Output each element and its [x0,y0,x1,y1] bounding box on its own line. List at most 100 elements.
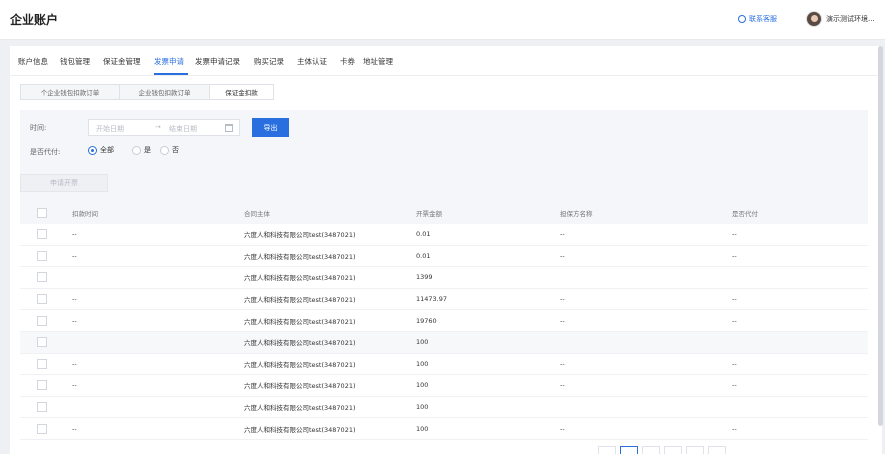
radio-no-label: 否 [172,146,179,154]
row-checkbox[interactable] [37,229,47,240]
row-checkbox[interactable] [37,337,47,348]
cell-invoice-amount: 11473.97 [416,295,448,304]
customer-service-label: 联系客服 [749,15,777,23]
table-row[interactable]: -- 六度人和科技有限公司test(3487021) 11473.97 -- -- [20,289,868,311]
table-row[interactable]: 六度人和科技有限公司test(3487021) 1399 [20,267,868,289]
cell-deduction-time: -- [72,230,77,239]
tab-deposit[interactable]: 保证金管理 [103,56,141,67]
cell-contract-entity: 六度人和科技有限公司test(3487021) [244,382,356,391]
row-checkbox[interactable] [37,272,47,283]
cell-contract-entity: 六度人和科技有限公司test(3487021) [244,425,356,434]
table-row[interactable]: -- 六度人和科技有限公司test(3487021) 0.01 -- -- [20,246,868,268]
deposit-table: 扣款时间 合同主体 开票金额 担保方名称 是否代付 -- 六度人和科技有限公司te… [20,202,868,440]
col-contract-entity: 合同主体 [244,210,270,218]
row-checkbox[interactable] [37,315,47,326]
time-label: 时间: [30,124,47,132]
cell-agent-pay: -- [732,316,737,325]
radio-no-dot [160,145,169,155]
top-bar: 企业账户 联系客服 演示测试环境... [0,0,885,40]
col-guarantor: 担保方名称 [560,210,593,218]
customer-service-link[interactable]: 联系客服 [738,14,777,24]
table-row[interactable]: -- 六度人和科技有限公司test(3487021) 19760 -- -- [20,310,868,332]
page-5[interactable] [708,446,726,454]
radio-all[interactable]: 全部 [88,145,114,155]
page-3[interactable] [664,446,682,454]
cell-invoice-amount: 100 [416,338,429,347]
cell-guarantor: -- [560,424,565,433]
table-row[interactable]: -- 六度人和科技有限公司test(3487021) 100 -- -- [20,354,868,376]
user-name[interactable]: 演示测试环境... [826,14,882,24]
cell-invoice-amount: 100 [416,424,429,433]
tab-bar: 账户信息 钱包管理 保证金管理 发票申请 发票申请记录 购买记录 主体认证 卡券… [10,46,882,76]
cell-contract-entity: 六度人和科技有限公司test(3487021) [244,231,356,240]
subtab-deposit-deduction[interactable]: 保证金扣款 [210,84,274,100]
cell-agent-pay: -- [732,251,737,260]
cell-agent-pay: -- [732,230,737,239]
page-prev[interactable] [598,446,616,454]
radio-all-label: 全部 [100,146,114,154]
cell-invoice-amount: 19760 [416,316,437,325]
cell-contract-entity: 六度人和科技有限公司test(3487021) [244,339,356,348]
table-body: -- 六度人和科技有限公司test(3487021) 0.01 -- -- -- 六度人和科… [20,224,868,440]
radio-yes-label: 是 [144,146,151,154]
table-row[interactable]: -- 六度人和科技有限公司test(3487021) 0.01 -- -- [20,224,868,246]
arrow-right-icon: → [155,123,161,131]
cell-agent-pay: -- [732,424,737,433]
main-panel: 账户信息 钱包管理 保证金管理 发票申请 发票申请记录 购买记录 主体认证 卡券… [10,46,882,454]
row-checkbox[interactable] [37,423,47,434]
tab-verification[interactable]: 主体认证 [297,56,327,67]
start-date-input[interactable]: 开始日期 [96,124,124,134]
page-2[interactable] [642,446,660,454]
select-all-checkbox[interactable] [37,208,47,218]
tab-invoice-records[interactable]: 发票申请记录 [195,56,240,67]
radio-no[interactable]: 否 [160,145,179,155]
table-row[interactable]: -- 六度人和科技有限公司test(3487021) 100 -- -- [20,375,868,397]
cell-deduction-time: -- [72,295,77,304]
pagination [598,446,726,454]
scrollbar[interactable] [878,46,883,426]
cell-guarantor: -- [560,230,565,239]
cell-agent-pay: -- [732,295,737,304]
apply-invoice-button[interactable]: 申请开票 [20,174,108,192]
row-checkbox[interactable] [37,250,47,261]
tab-address[interactable]: 地址管理 [363,56,393,67]
page-4[interactable] [686,446,704,454]
table-row[interactable]: 六度人和科技有限公司test(3487021) 100 [20,397,868,419]
page-1[interactable] [620,446,638,454]
radio-yes[interactable]: 是 [132,145,151,155]
cell-deduction-time: -- [72,359,77,368]
row-checkbox[interactable] [37,358,47,369]
cell-contract-entity: 六度人和科技有限公司test(3487021) [244,274,356,283]
tab-purchase-records[interactable]: 购买记录 [254,56,284,67]
agent-pay-label: 是否代付: [30,148,61,156]
col-deduction-time: 扣款时间 [72,210,98,218]
export-button[interactable]: 导出 [252,118,289,137]
avatar[interactable] [806,11,822,27]
cell-deduction-time: -- [72,251,77,260]
subtab-group: 个企业钱包扣款订单 企业钱包扣款订单 保证金扣款 [20,84,274,100]
tab-coupons[interactable]: 卡券 [340,56,355,67]
table-row[interactable]: -- 六度人和科技有限公司test(3487021) 100 -- -- [20,418,868,440]
table-header: 扣款时间 合同主体 开票金额 担保方名称 是否代付 [20,202,868,224]
filter-panel: 时间: 开始日期 → 结束日期 导出 是否代付: 全部 是 否 [20,110,868,214]
tab-invoice-apply[interactable]: 发票申请 [154,56,184,67]
cell-contract-entity: 六度人和科技有限公司test(3487021) [244,404,356,413]
tab-account-info[interactable]: 账户信息 [18,56,48,67]
end-date-input[interactable]: 结束日期 [169,124,197,134]
table-row[interactable]: 六度人和科技有限公司test(3487021) 100 [20,331,868,354]
cell-invoice-amount: 100 [416,381,429,390]
row-checkbox[interactable] [37,380,47,391]
cell-guarantor: -- [560,316,565,325]
subtab-enterprise-wallet[interactable]: 企业钱包扣款订单 [120,84,210,100]
cell-guarantor: -- [560,295,565,304]
subtab-personal-wallet[interactable]: 个企业钱包扣款订单 [20,84,120,100]
col-invoice-amount: 开票金额 [416,210,442,218]
tab-wallet[interactable]: 钱包管理 [60,56,90,67]
cell-deduction-time: -- [72,316,77,325]
cell-invoice-amount: 100 [416,403,429,412]
date-range-picker[interactable]: 开始日期 → 结束日期 [88,119,240,136]
cell-invoice-amount: 100 [416,359,429,368]
row-checkbox[interactable] [37,402,47,413]
col-agent-pay: 是否代付 [732,210,758,218]
row-checkbox[interactable] [37,294,47,305]
